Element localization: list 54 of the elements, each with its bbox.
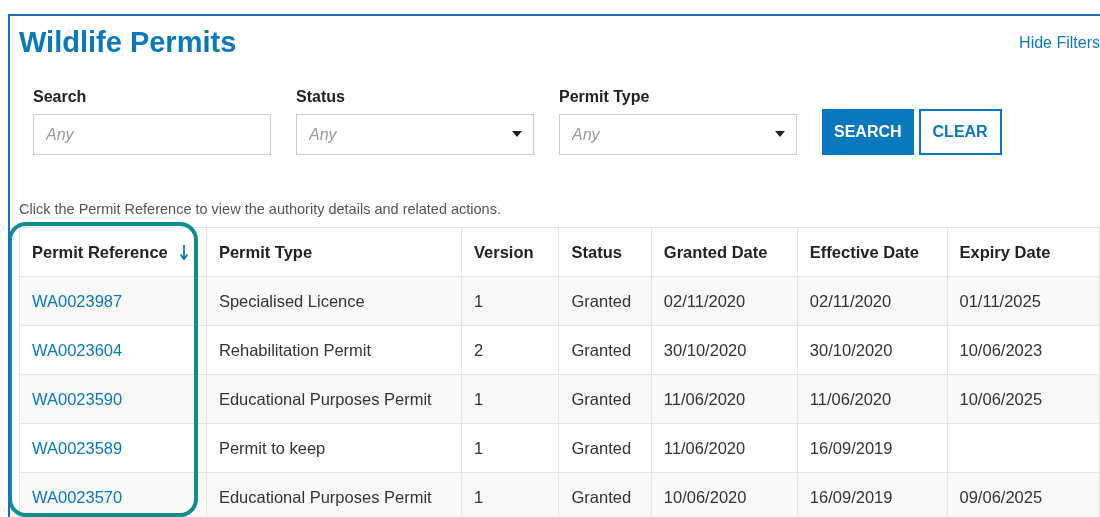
table-cell: Permit to keep [218,438,326,457]
filter-label: Permit Type [559,88,651,106]
table-cell: 30/10/2020 [663,340,747,359]
permit-reference-link[interactable]: WA0023604 [32,340,123,359]
table-cell: Granted [571,438,632,457]
table-cell: 10/06/2020 [663,487,747,506]
table-cell: 11/06/2020 [809,389,892,408]
table-cell: 10/06/2023 [959,340,1043,359]
table-cell: 30/10/2020 [809,340,893,359]
hide-filters-link[interactable]: Hide Filters [1019,34,1100,52]
table-cell: 09/06/2025 [959,487,1043,506]
hint-text: Click the Permit Reference to view the authority details and related actions. [19,201,502,217]
select-field[interactable]: Any [559,114,797,155]
table-cell: 02/11/2020 [809,291,892,310]
search-field[interactable]: Any [33,114,271,155]
dropdown-caret-icon [512,131,522,137]
table-cell: 01/11/2025 [959,291,1041,310]
column-header[interactable]: Status [559,227,652,277]
table-cell: 16/09/2019 [809,487,893,506]
table-cell: Educational Purposes Permit [218,487,432,506]
table-cell: Granted [571,291,632,310]
column-header[interactable]: Granted Date [651,227,798,277]
dropdown-caret-icon [775,131,785,137]
table-cell: 1 [473,389,484,408]
table-cell: 11/06/2020 [663,438,746,457]
table-cell: Granted [571,389,632,408]
permit-reference-link[interactable]: WA0023589 [32,438,123,457]
table-cell: 1 [473,487,484,506]
search-button[interactable]: SEARCH [822,109,914,155]
permit-reference-link[interactable]: WA0023590 [32,389,123,408]
table-cell: 10/06/2025 [959,389,1043,408]
clear-button[interactable]: CLEAR [918,109,1002,155]
column-header[interactable]: Permit Type [206,227,462,277]
column-header[interactable]: Effective Date [797,227,947,277]
table-cell: Rehabilitation Permit [218,340,372,359]
table-cell: Granted [571,487,632,506]
table-cell: 02/11/2020 [663,291,746,310]
table-cell: Educational Purposes Permit [218,389,432,408]
filter-label: Search [33,88,88,106]
page-title: Wildlife Permits [19,26,237,59]
filter-label: Status [296,88,346,106]
table-cell: 1 [473,291,484,310]
permit-reference-link[interactable]: WA0023987 [32,291,123,310]
table-cell: 2 [473,340,484,359]
table-cell: 11/06/2020 [663,389,746,408]
select-field[interactable]: Any [296,114,534,155]
column-header[interactable]: Expiry Date [947,227,1100,277]
table-cell: 16/09/2019 [809,438,893,457]
column-header[interactable]: Version [461,227,559,277]
column-header[interactable]: Permit Reference [19,227,207,277]
table-cell: 1 [473,438,484,457]
table-cell: Granted [571,340,632,359]
table-cell: Specialised Licence [218,291,365,310]
sort-arrow-icon [179,245,188,262]
